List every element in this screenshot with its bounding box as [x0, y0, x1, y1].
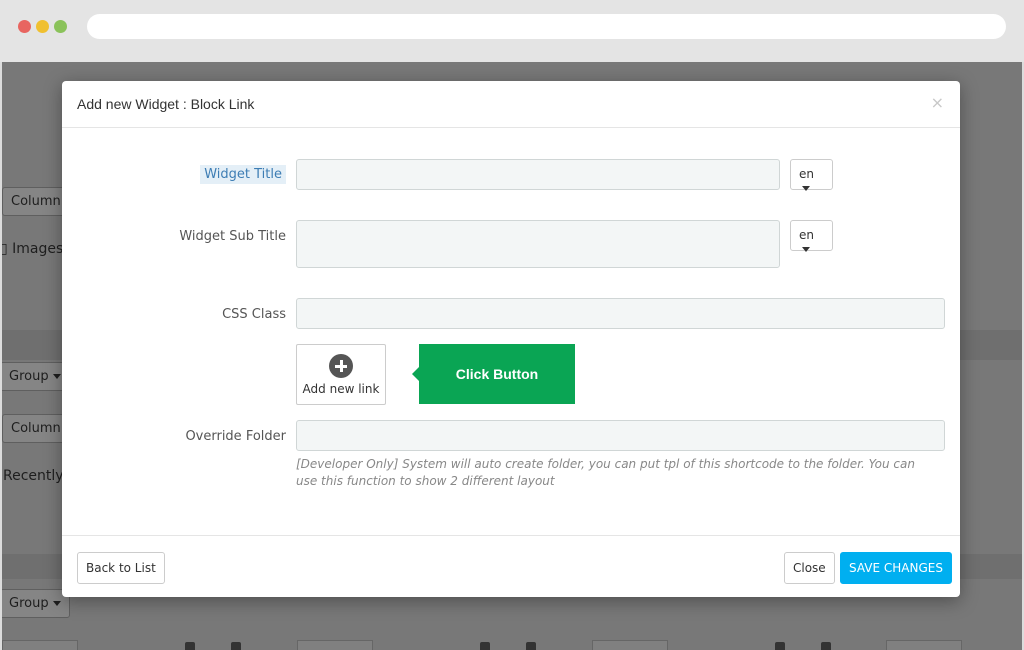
widget-subtitle-lang-dropdown[interactable]: en	[790, 220, 833, 252]
widget-title-label: Widget Title	[200, 165, 286, 184]
bg-group-label: Group	[9, 596, 49, 611]
plus-circle-icon	[329, 354, 353, 378]
widget-title-input[interactable]	[296, 159, 780, 190]
plus-icon	[231, 642, 241, 650]
modal-title: Add new Widget : Block Link	[77, 96, 255, 112]
override-folder-label: Override Folder	[185, 429, 286, 444]
save-changes-button[interactable]: SAVE CHANGES	[840, 552, 952, 584]
modal-footer: Back to List Close SAVE CHANGES	[62, 535, 960, 597]
click-button-callout: Click Button	[412, 344, 575, 404]
window-close-dot[interactable]	[18, 20, 31, 33]
override-folder-help-text: [Developer Only] System will auto create…	[296, 457, 915, 488]
modal-header: Add new Widget : Block Link ×	[62, 81, 960, 128]
lang-label: en	[799, 228, 814, 242]
plus-icon	[526, 642, 536, 650]
minus-icon	[185, 642, 195, 650]
bg-group-label: Group	[9, 369, 49, 384]
minus-icon	[480, 642, 490, 650]
back-to-list-button[interactable]: Back to List	[77, 552, 165, 584]
override-folder-input[interactable]	[296, 420, 945, 451]
lang-label: en	[799, 167, 814, 181]
chevron-down-icon	[802, 186, 810, 191]
address-bar[interactable]	[87, 14, 1006, 39]
bg-group-dropdown: Group	[2, 362, 70, 391]
bg-mini-input	[592, 640, 668, 650]
browser-chrome	[0, 0, 1024, 62]
widget-subtitle-label: Widget Sub Title	[179, 229, 286, 244]
widget-subtitle-textarea[interactable]	[296, 220, 780, 268]
window-minimize-dot[interactable]	[36, 20, 49, 33]
bg-group-dropdown: Group	[2, 589, 70, 618]
css-class-input[interactable]	[296, 298, 945, 329]
bg-column-button: Column	[2, 414, 70, 443]
minus-icon	[775, 642, 785, 650]
close-icon[interactable]: ×	[931, 93, 944, 112]
bg-images-label: ▯ Images	[2, 241, 64, 257]
widget-title-lang-dropdown[interactable]: en	[790, 159, 833, 191]
chevron-down-icon	[802, 247, 810, 252]
chevron-down-icon	[52, 374, 61, 379]
add-widget-modal: Add new Widget : Block Link × Widget Tit…	[62, 81, 960, 597]
bg-mini-input	[2, 640, 78, 650]
window-maximize-dot[interactable]	[54, 20, 67, 33]
close-button[interactable]: Close	[784, 552, 835, 584]
add-new-link-label: Add new link	[302, 382, 380, 396]
add-new-link-button[interactable]: Add new link	[296, 344, 386, 405]
bg-mini-input	[886, 640, 962, 650]
bg-mini-input	[297, 640, 373, 650]
bg-column-button: Column	[2, 187, 70, 216]
bg-recently-label: Recently	[3, 468, 64, 484]
plus-icon	[821, 642, 831, 650]
bg-images-text: Images	[12, 241, 64, 257]
chevron-down-icon	[52, 601, 61, 606]
css-class-label: CSS Class	[222, 307, 286, 322]
